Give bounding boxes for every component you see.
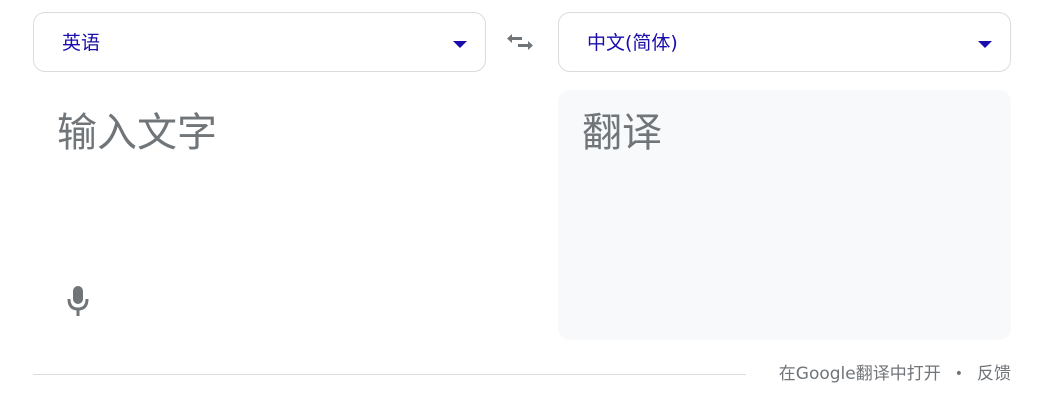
target-language-label: 中文(简体) — [587, 32, 678, 54]
footer-divider — [33, 374, 746, 375]
source-language-label: 英语 — [62, 32, 101, 54]
open-in-translate-link[interactable]: 在Google翻译中打开 — [779, 362, 941, 386]
source-text-input[interactable] — [57, 108, 467, 168]
translation-output: 翻译 — [582, 110, 662, 156]
microphone-icon — [67, 286, 89, 316]
swap-languages-button[interactable] — [500, 24, 540, 60]
chevron-down-icon — [978, 41, 992, 48]
source-language-selector[interactable]: 英语 — [33, 12, 486, 72]
feedback-link[interactable]: 反馈 — [977, 362, 1011, 386]
footer-links: 在Google翻译中打开 • 反馈 — [779, 362, 1011, 386]
source-panel — [33, 90, 486, 340]
chevron-down-icon — [453, 41, 467, 48]
swap-arrows-icon — [507, 34, 533, 50]
voice-input-button[interactable] — [63, 284, 93, 320]
translate-widget: 英语 中文(简体) 翻译 在Google翻译中打开 • 反馈 — [0, 0, 1061, 410]
translation-panel: 翻译 — [558, 90, 1011, 340]
target-language-selector[interactable]: 中文(简体) — [558, 12, 1011, 72]
footer-separator: • — [954, 366, 963, 382]
